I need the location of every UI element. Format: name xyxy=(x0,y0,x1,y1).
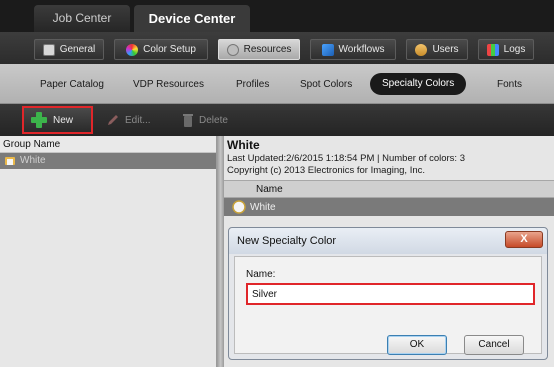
tab-users[interactable]: Users xyxy=(406,39,468,60)
tab-users-label: Users xyxy=(432,43,459,55)
close-icon: X xyxy=(520,233,528,245)
close-button[interactable]: X xyxy=(505,231,543,248)
users-icon xyxy=(415,43,428,56)
group-name-header: Group Name xyxy=(0,136,216,153)
name-label: Name: xyxy=(246,269,276,280)
list-item[interactable]: White xyxy=(0,153,216,169)
logs-icon xyxy=(486,43,499,56)
edit-button-label: Edit... xyxy=(125,114,151,126)
top-tab-bar: Job Center Device Center xyxy=(0,0,554,32)
section-tab-bar: General Color Setup Resources Workflows … xyxy=(0,32,554,64)
toolbar: New Edit... Delete xyxy=(0,104,554,136)
tab-profiles[interactable]: Profiles xyxy=(236,76,269,94)
tab-general[interactable]: General xyxy=(34,39,104,60)
group-title: White xyxy=(227,138,260,152)
list-item-label: White xyxy=(20,155,46,166)
tab-resources[interactable]: Resources xyxy=(218,39,300,60)
dialog-title: New Specialty Color xyxy=(237,235,337,247)
copyright-text: Copyright (c) 2013 Electronics for Imagi… xyxy=(227,165,426,176)
color-swatch-icon xyxy=(232,200,246,214)
trash-icon xyxy=(183,114,193,127)
tab-device-center[interactable]: Device Center xyxy=(134,5,250,32)
color-wheel-icon xyxy=(126,43,139,56)
table-row[interactable]: White xyxy=(224,198,554,216)
delete-button[interactable]: Delete xyxy=(176,108,234,132)
cancel-button[interactable]: Cancel xyxy=(464,335,524,355)
tab-paper-catalog[interactable]: Paper Catalog xyxy=(40,76,104,94)
new-button[interactable]: New xyxy=(22,106,93,134)
edit-button[interactable]: Edit... xyxy=(100,108,157,132)
name-input[interactable] xyxy=(246,283,535,305)
new-specialty-color-dialog: New Specialty Color X Name: OK Cancel xyxy=(228,227,548,360)
tab-job-center[interactable]: Job Center xyxy=(34,5,130,32)
tab-color-setup[interactable]: Color Setup xyxy=(114,39,208,60)
tab-resources-label: Resources xyxy=(243,43,292,55)
tab-specialty-colors[interactable]: Specialty Colors xyxy=(370,73,467,95)
workflow-icon xyxy=(321,43,334,56)
pane-splitter[interactable] xyxy=(217,136,224,367)
tab-logs[interactable]: Logs xyxy=(478,39,534,60)
name-column-label: Name xyxy=(256,184,283,195)
last-updated-text: Last Updated:2/6/2015 1:18:54 PM | Numbe… xyxy=(227,153,465,164)
resources-icon xyxy=(226,43,239,56)
tab-vdp-resources[interactable]: VDP Resources xyxy=(133,76,204,94)
tab-fonts[interactable]: Fonts xyxy=(497,76,522,94)
new-button-label: New xyxy=(53,114,74,126)
printer-icon xyxy=(42,43,55,56)
tab-spot-colors[interactable]: Spot Colors xyxy=(300,76,352,94)
tab-workflows[interactable]: Workflows xyxy=(310,39,396,60)
resource-sub-tab-bar: Paper Catalog VDP Resources Profiles Spo… xyxy=(0,64,554,104)
plus-icon xyxy=(31,112,47,128)
pencil-icon xyxy=(108,115,118,125)
name-column-header[interactable]: Name xyxy=(224,180,554,198)
group-icon xyxy=(5,157,15,165)
delete-button-label: Delete xyxy=(199,114,228,126)
tab-workflows-label: Workflows xyxy=(338,43,385,55)
table-row-label: White xyxy=(250,201,276,213)
tab-general-label: General xyxy=(59,43,96,55)
group-list-pane: Group Name White xyxy=(0,136,217,367)
tab-color-setup-label: Color Setup xyxy=(143,43,196,55)
dialog-titlebar[interactable]: New Specialty Color X xyxy=(229,228,547,254)
tab-logs-label: Logs xyxy=(503,43,526,55)
ok-button[interactable]: OK xyxy=(387,335,447,355)
